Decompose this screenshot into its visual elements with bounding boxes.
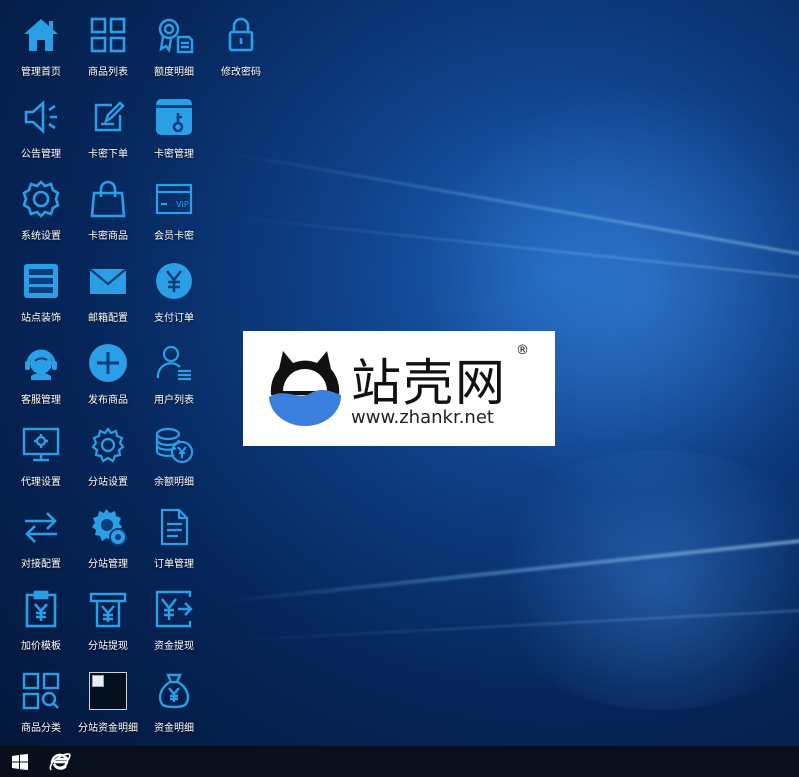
- desktop-icon-substation-withdraw[interactable]: 分站提现: [75, 579, 141, 655]
- desktop-icon-substation-fund-detail[interactable]: 分站资金明细: [75, 661, 141, 737]
- cat-logo-icon: [269, 351, 342, 427]
- lock-icon: [219, 13, 263, 57]
- desktop-icon-label: 订单管理: [154, 559, 194, 570]
- desktop-icon-change-password[interactable]: 修改密码: [208, 5, 274, 81]
- edit-icon: [86, 95, 130, 139]
- headset-icon: [19, 341, 63, 385]
- internet-explorer-icon: [49, 753, 71, 771]
- desktop-icon-label: 资金明细: [154, 723, 194, 734]
- plus-circle-icon: [86, 341, 130, 385]
- watermark-banner: 站壳网 ® www.zhankr.net: [243, 331, 555, 446]
- mail-icon: [86, 259, 130, 303]
- money-bag-icon: [152, 669, 196, 713]
- vip-card-icon: VIP: [152, 177, 196, 221]
- desktop-icon-order-manage[interactable]: 订单管理: [141, 497, 207, 573]
- desktop-icon-balance-detail[interactable]: 余额明细: [141, 415, 207, 491]
- taskbar: [0, 746, 799, 777]
- desktop-icon-announcement[interactable]: 公告管理: [8, 87, 74, 163]
- desktop-icon-label: 客服管理: [21, 395, 61, 406]
- desktop-icon-label: 卡密商品: [88, 231, 128, 242]
- watermark-brand: 站壳网: [351, 354, 507, 412]
- home-icon: [19, 13, 63, 57]
- desktop-icon-label: 邮箱配置: [88, 313, 128, 324]
- desktop-icon-card-order[interactable]: 卡密下单: [75, 87, 141, 163]
- desktop-icon-label: 卡密下单: [88, 149, 128, 160]
- desktop-icon-home[interactable]: 管理首页: [8, 5, 74, 81]
- desktop-icon-goods-category[interactable]: 商品分类: [8, 661, 74, 737]
- desktop-icon-mail-config[interactable]: 邮箱配置: [75, 251, 141, 327]
- award-doc-icon: [152, 13, 196, 57]
- gear-icon: [19, 177, 63, 221]
- windows-logo-icon: [12, 754, 28, 770]
- desktop-icon-publish-goods[interactable]: 发布商品: [75, 333, 141, 409]
- atm-yen-icon: [86, 587, 130, 631]
- yen-transfer-icon: [152, 587, 196, 631]
- desktop-icon-agent-settings[interactable]: 代理设置: [8, 415, 74, 491]
- desktop-icon-docking-config[interactable]: 对接配置: [8, 497, 74, 573]
- desktop-icon-label: 卡密管理: [154, 149, 194, 160]
- desktop-icon-label: 站点装饰: [21, 313, 61, 324]
- desktop-icon-label: 用户列表: [154, 395, 194, 406]
- desktop-icon-card-goods[interactable]: 卡密商品: [75, 169, 141, 245]
- desktop-icon-customer-service[interactable]: 客服管理: [8, 333, 74, 409]
- desktop-icon-label: 分站提现: [88, 641, 128, 652]
- desktop-icon-fund-detail[interactable]: 资金明细: [141, 661, 207, 737]
- desktop-icon-substation-settings[interactable]: 分站设置: [75, 415, 141, 491]
- desktop-icon-label: 公告管理: [21, 149, 61, 160]
- desktop-icon-card-manage[interactable]: 卡密管理: [141, 87, 207, 163]
- desktop: 管理首页 商品列表 额度明细 修改密码 公告管理 卡密下单 卡密管理 系统设置 …: [0, 0, 799, 777]
- desktop-icon-site-decor[interactable]: 站点装饰: [8, 251, 74, 327]
- desktop-icon-label: 分站资金明细: [78, 723, 138, 734]
- desktop-icon-substation-manage[interactable]: 分站管理: [75, 497, 141, 573]
- desktop-icon-label: 会员卡密: [154, 231, 194, 242]
- coins-yen-icon: [152, 423, 196, 467]
- desktop-icon-quota-detail[interactable]: 额度明细: [141, 5, 207, 81]
- desktop-icon-label: 支付订单: [154, 313, 194, 324]
- desktop-icon-label: 代理设置: [21, 477, 61, 488]
- document-icon: [152, 505, 196, 549]
- gear-outline-icon: [86, 423, 130, 467]
- desktop-icon-fund-withdraw[interactable]: 资金提现: [141, 579, 207, 655]
- desktop-icon-label: 系统设置: [21, 231, 61, 242]
- desktop-icon-label: 对接配置: [21, 559, 61, 570]
- exchange-icon: [19, 505, 63, 549]
- monitor-gear-icon: [19, 423, 63, 467]
- desktop-icon-label: 管理首页: [21, 67, 61, 78]
- watermark-url: www.zhankr.net: [351, 407, 494, 428]
- speaker-icon: [19, 95, 63, 139]
- desktop-icon-vip-card[interactable]: VIP 会员卡密: [141, 169, 207, 245]
- desktop-icon-user-list[interactable]: 用户列表: [141, 333, 207, 409]
- gears-icon: [86, 505, 130, 549]
- desktop-icon-label: 修改密码: [221, 67, 261, 78]
- desktop-icon-system-settings[interactable]: 系统设置: [8, 169, 74, 245]
- desktop-icon-label: 分站设置: [88, 477, 128, 488]
- category-search-icon: [19, 669, 63, 713]
- desktop-icon-markup-template[interactable]: 加价模板: [8, 579, 74, 655]
- internet-explorer-button[interactable]: [49, 751, 71, 773]
- desktop-icon-label: 资金提现: [154, 641, 194, 652]
- broken-image-icon: [86, 669, 130, 713]
- desktop-icon-label: 分站管理: [88, 559, 128, 570]
- yen-circle-icon: [152, 259, 196, 303]
- list-panel-icon: [19, 259, 63, 303]
- desktop-icon-pay-order[interactable]: 支付订单: [141, 251, 207, 327]
- watermark-reg-mark: ®: [516, 343, 529, 358]
- clipboard-yen-icon: [19, 587, 63, 631]
- wallpaper-glow-lower: [480, 450, 799, 710]
- desktop-icon-label: 额度明细: [154, 67, 194, 78]
- shopping-bag-icon: [86, 177, 130, 221]
- grid-icon: [86, 13, 130, 57]
- svg-text:VIP: VIP: [176, 200, 189, 209]
- desktop-icon-label: 加价模板: [21, 641, 61, 652]
- desktop-icon-label: 余额明细: [154, 477, 194, 488]
- desktop-icon-label: 发布商品: [88, 395, 128, 406]
- desktop-icon-label: 商品分类: [21, 723, 61, 734]
- start-button[interactable]: [12, 754, 28, 770]
- desktop-icon-product-list[interactable]: 商品列表: [75, 5, 141, 81]
- desktop-icon-label: 商品列表: [88, 67, 128, 78]
- card-key-icon: [152, 95, 196, 139]
- user-list-icon: [152, 341, 196, 385]
